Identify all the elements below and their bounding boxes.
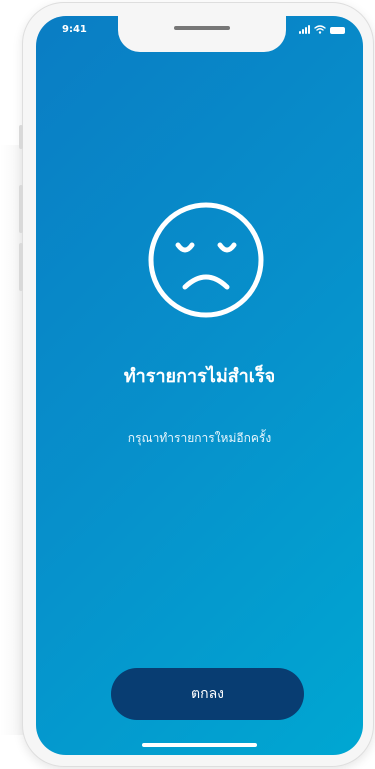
notch [118, 16, 286, 52]
error-message: กรุณาทำรายการใหม่อีกครั้ง [127, 431, 272, 445]
mockup-canvas: 9:41 ทำรายการไม่สำเร็จ กรุณาทำรายการใหม่… [0, 0, 375, 769]
error-title: ทำรายการไม่สำเร็จ [123, 366, 276, 387]
app-screen: 9:41 ทำรายการไม่สำเร็จ กรุณาทำรายการใหม่… [36, 16, 363, 755]
wifi-icon [314, 25, 326, 34]
sad-face-icon [148, 202, 264, 318]
status-time: 9:41 [62, 24, 87, 35]
speaker-icon [174, 26, 230, 30]
volume-up-button [19, 185, 23, 233]
mute-switch [19, 125, 23, 149]
phone-frame: 9:41 ทำรายการไม่สำเร็จ กรุณาทำรายการใหม่… [19, 2, 374, 767]
ok-button[interactable]: ตกลง [111, 668, 304, 720]
signal-icon [299, 25, 310, 34]
battery-icon [330, 27, 345, 34]
volume-down-button [19, 243, 23, 291]
status-icons [299, 25, 345, 34]
home-indicator [142, 743, 257, 747]
